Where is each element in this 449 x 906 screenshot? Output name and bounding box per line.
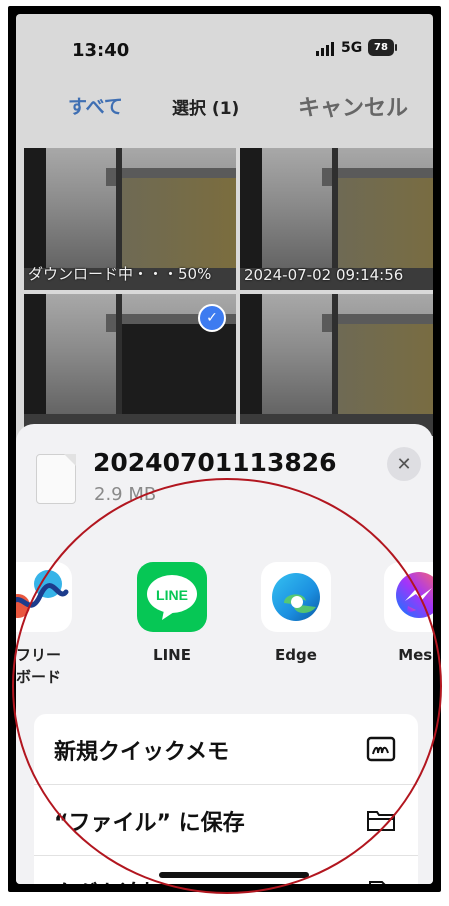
status-time: 13:40 (72, 40, 130, 61)
checkmark-icon: ✓ (198, 304, 226, 332)
selected-count: 選択 (1) (172, 99, 240, 119)
line-icon: LINE (137, 562, 207, 632)
cancel-button[interactable]: キャンセル (298, 90, 408, 122)
action-label: 新規クイックメモ (54, 740, 230, 765)
edge-icon (261, 562, 331, 632)
phone-screen: 13:40 5G 78 すべて 選択 (1) キャンセル ダウンロード中・・・5… (16, 14, 433, 884)
select-all-button[interactable]: すべて (68, 92, 123, 119)
thumbnail-caption: ダウンロード中・・・50% (28, 265, 212, 283)
app-line[interactable]: LINE LINE (129, 562, 215, 666)
action-label: タグを追加 (54, 876, 164, 884)
selection-toolbar: すべて 選択 (1) キャンセル (16, 92, 433, 132)
line-icon-text: LINE (156, 587, 188, 603)
thumbnail-item[interactable]: 2024-07-02 09:14:56 (240, 148, 433, 290)
tag-icon (369, 881, 386, 884)
action-quick-note[interactable]: 新規クイックメモ (34, 714, 418, 785)
thumbnail-item[interactable] (240, 294, 433, 436)
thumbnail-item[interactable]: ダウンロード中・・・50% (24, 148, 236, 290)
action-label: “ファイル” に保存 (54, 811, 245, 836)
home-indicator[interactable] (159, 872, 309, 878)
thumbnail-caption: 2024-07-02 09:14:56 (244, 266, 404, 284)
quick-note-icon (366, 736, 396, 762)
network-label: 5G (341, 40, 363, 56)
close-button[interactable]: ✕ (387, 447, 421, 481)
status-bar: 13:40 5G 78 (16, 14, 433, 82)
action-add-tag[interactable]: タグを追加 (34, 856, 418, 884)
share-sheet: 20240701113826 2.9 MB ✕ フリー ボード LINE LIN… (16, 424, 433, 884)
action-list: 新規クイックメモ “ファイル” に保存 タグを追加 (34, 714, 418, 884)
app-edge[interactable]: Edge (253, 562, 339, 666)
app-row: フリー ボード LINE LINE Edge Mes (16, 562, 433, 702)
screenshot-frame: 13:40 5G 78 すべて 選択 (1) キャンセル ダウンロード中・・・5… (8, 6, 441, 892)
app-label: LINE (153, 646, 191, 664)
app-label: Messen r (398, 646, 433, 664)
thumbnail-item[interactable]: ✓ (24, 294, 236, 436)
file-size: 2.9 MB (94, 484, 157, 505)
folder-icon (367, 811, 395, 831)
battery-icon: 78 (368, 39, 397, 56)
app-freeform[interactable]: フリー ボード (16, 562, 80, 688)
messenger-icon (384, 562, 433, 632)
file-name: 20240701113826 (93, 448, 337, 477)
action-save-to-files[interactable]: “ファイル” に保存 (34, 785, 418, 856)
document-icon (36, 454, 76, 504)
signal-icon (316, 42, 334, 56)
freeform-icon (16, 562, 72, 632)
app-label: フリー ボード (16, 646, 62, 686)
app-messenger[interactable]: Messen r (376, 562, 433, 688)
app-label: Edge (275, 646, 317, 664)
